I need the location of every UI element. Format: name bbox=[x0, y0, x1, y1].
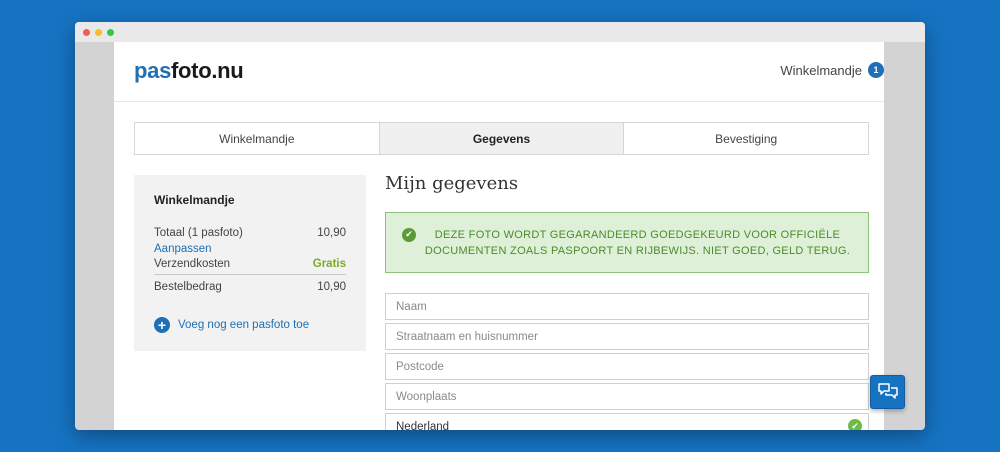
maximize-window-icon[interactable] bbox=[107, 29, 114, 36]
total-row: Totaal (1 pasfoto) 10,90 bbox=[154, 226, 346, 241]
add-photo-button[interactable]: + Voeg nog een pasfoto toe bbox=[154, 317, 346, 333]
checkout-steps: Winkelmandje Gegevens Bevestiging bbox=[134, 122, 869, 155]
valid-check-icon: ✔ bbox=[848, 419, 862, 430]
shipping-label: Verzendkosten bbox=[154, 258, 231, 270]
total-value: 10,90 bbox=[317, 227, 346, 239]
plus-circle-icon: + bbox=[154, 317, 170, 333]
street-input[interactable] bbox=[385, 323, 869, 350]
country-field: ✔ bbox=[385, 413, 869, 430]
name-input[interactable] bbox=[385, 293, 869, 320]
step-bevestiging[interactable]: Bevestiging bbox=[623, 123, 868, 154]
edit-link[interactable]: Aanpassen bbox=[154, 241, 346, 257]
cart-link[interactable]: Winkelmandje 1 bbox=[780, 62, 884, 78]
cart-count-badge: 1 bbox=[868, 62, 884, 78]
cart-summary: Winkelmandje Totaal (1 pasfoto) 10,90 Aa… bbox=[134, 175, 366, 351]
logo-part-1: pas bbox=[134, 58, 172, 83]
minimize-window-icon[interactable] bbox=[95, 29, 102, 36]
city-input[interactable] bbox=[385, 383, 869, 410]
site-logo[interactable]: pasfoto.nu bbox=[134, 58, 244, 84]
logo-part-2: foto.nu bbox=[171, 58, 244, 83]
window-titlebar bbox=[75, 22, 925, 42]
order-total-row: Bestelbedrag 10,90 bbox=[154, 274, 346, 296]
guarantee-notice: ✔ Deze foto wordt gegarandeerd goedgekeu… bbox=[385, 212, 869, 273]
step-gegevens[interactable]: Gegevens bbox=[378, 123, 624, 154]
cart-summary-title: Winkelmandje bbox=[154, 193, 235, 207]
total-label: Totaal (1 pasfoto) bbox=[154, 227, 243, 239]
shipping-row: Verzendkosten Gratis bbox=[154, 257, 346, 272]
add-photo-label: Voeg nog een pasfoto toe bbox=[178, 319, 310, 331]
check-circle-icon: ✔ bbox=[402, 227, 416, 242]
page: pasfoto.nu Winkelmandje 1 Winkelmandje G… bbox=[114, 42, 884, 430]
site-header: pasfoto.nu Winkelmandje 1 bbox=[114, 42, 884, 102]
close-window-icon[interactable] bbox=[83, 29, 90, 36]
chat-bubbles-icon bbox=[877, 383, 898, 399]
country-input[interactable] bbox=[385, 413, 869, 430]
order-total-value: 10,90 bbox=[317, 281, 346, 293]
step-winkelmandje[interactable]: Winkelmandje bbox=[135, 123, 379, 154]
chat-button[interactable] bbox=[870, 375, 905, 409]
postcode-input[interactable] bbox=[385, 353, 869, 380]
browser-window: pasfoto.nu Winkelmandje 1 Winkelmandje G… bbox=[75, 22, 925, 430]
cart-label: Winkelmandje bbox=[780, 62, 862, 78]
page-title: Mijn gegevens bbox=[385, 173, 519, 194]
order-total-label: Bestelbedrag bbox=[154, 281, 222, 293]
shipping-value: Gratis bbox=[312, 258, 346, 270]
guarantee-text: Deze foto wordt gegarandeerd goedgekeurd… bbox=[424, 228, 851, 257]
